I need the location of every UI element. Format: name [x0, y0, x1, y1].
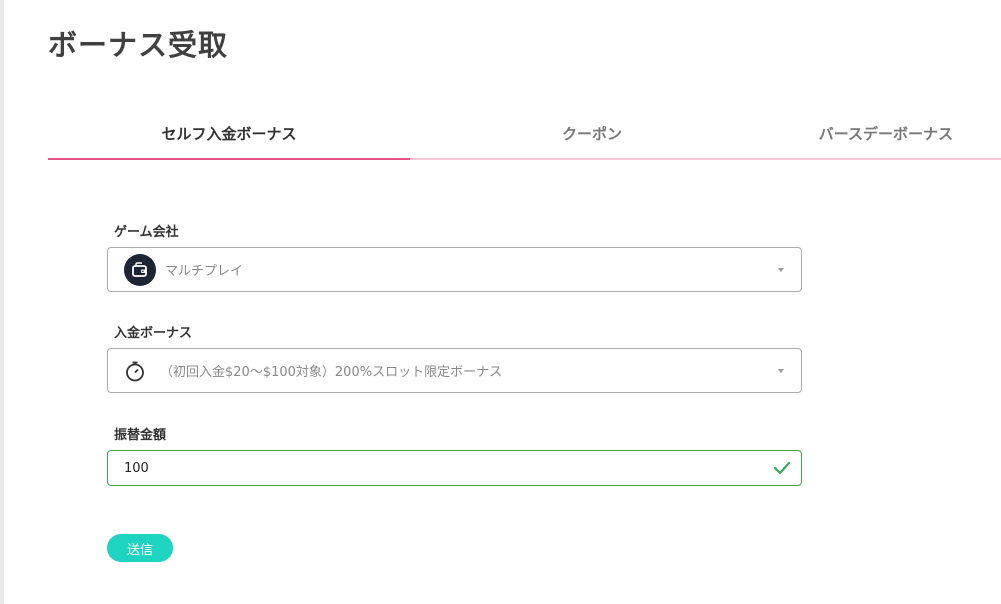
bonus-tabs: セルフ入金ボーナス クーポン バースデーボーナス [48, 110, 1001, 160]
provider-select[interactable]: マルチプレイ [107, 247, 802, 292]
transfer-amount-label: 振替金額 [114, 428, 167, 443]
deposit-bonus-select[interactable]: （初回入金$20～$100対象）200%スロット限定ボーナス [107, 348, 802, 393]
bonus-page: ボーナス受取 セルフ入金ボーナス クーポン バースデーボーナス ゲーム会社 マル… [0, 0, 1001, 604]
transfer-amount-field [107, 450, 802, 486]
transfer-amount-input[interactable] [124, 453, 773, 483]
tab-birthday-bonus[interactable]: バースデーボーナス [774, 110, 1001, 160]
stopwatch-icon [124, 360, 146, 382]
provider-label: ゲーム会社 [114, 225, 179, 240]
page-title: ボーナス受取 [48, 28, 229, 62]
submit-button[interactable]: 送信 [107, 534, 173, 562]
deposit-bonus-value: （初回入金$20～$100対象）200%スロット限定ボーナス [160, 365, 503, 380]
chevron-down-icon [778, 267, 784, 272]
tab-coupon[interactable]: クーポン [410, 110, 774, 160]
provider-value: マルチプレイ [165, 264, 244, 279]
check-icon [773, 461, 791, 475]
wallet-icon [124, 253, 156, 286]
chevron-down-icon [778, 368, 784, 373]
tab-self-deposit-bonus[interactable]: セルフ入金ボーナス [48, 110, 410, 160]
deposit-bonus-label: 入金ボーナス [114, 326, 193, 341]
